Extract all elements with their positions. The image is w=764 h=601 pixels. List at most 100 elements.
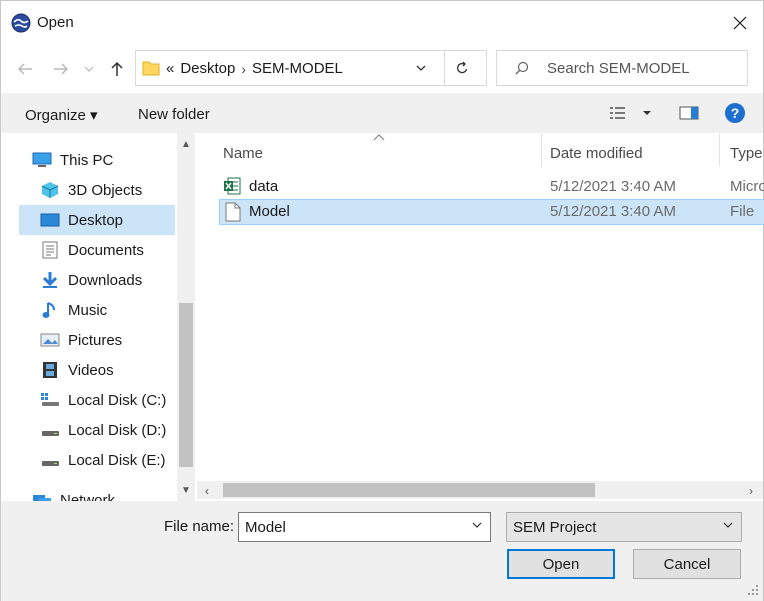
nav-item-label: Documents [68,241,144,259]
drive-icon [39,420,61,440]
forward-button[interactable] [49,56,73,82]
breadcrumb: « Desktop › SEM-MODEL [166,60,343,77]
chevron-down-icon[interactable] [472,521,482,529]
file-date: 5/12/2021 3:40 AM [550,203,676,220]
file-type-select[interactable]: SEM Project [506,512,742,542]
navigation-pane: This PC 3D Objects Desktop Documents Dow… [1,133,197,501]
open-button-label: Open [542,555,580,573]
nav-item-label: Local Disk (E:) [68,451,166,469]
refresh-button[interactable] [444,50,478,86]
recent-locations-button[interactable] [81,56,97,82]
open-dialog: Open « Desktop › SEM-MODEL Search SEM-MO… [0,0,764,601]
nav-item-this-pc[interactable]: This PC [19,145,175,175]
column-header-type[interactable]: Type [730,143,763,177]
pc-icon [31,150,53,170]
nav-item-label: 3D Objects [68,181,143,199]
cancel-button-label: Cancel [663,555,711,573]
scroll-up-icon[interactable]: ▲ [181,139,191,150]
close-button[interactable] [717,1,763,45]
open-button[interactable]: Open [507,549,615,579]
details-view-icon [610,107,651,119]
address-bar[interactable]: « Desktop › SEM-MODEL [135,50,487,86]
organize-button[interactable]: Organize ▾ [25,106,98,124]
column-header-date[interactable]: Date modified [550,143,643,177]
nav-item-desktop[interactable]: Desktop [19,205,175,235]
nav-item-label: Desktop [68,211,124,229]
help-button[interactable]: ? [725,103,745,123]
nav-item-label: Local Disk (C:) [68,391,167,409]
column-header-name[interactable]: Name [223,143,263,177]
up-button[interactable] [105,56,129,82]
nav-item-label: Pictures [68,331,123,349]
windows-drive-icon [39,390,61,410]
documents-icon [39,240,61,260]
back-button[interactable] [13,56,37,82]
nav-item-3d-objects[interactable]: 3D Objects [19,175,175,205]
file-type: Micro [730,178,764,195]
nav-item-label: Downloads [68,271,143,289]
file-type: File [730,203,755,220]
file-name-label: File name: [164,518,235,535]
breadcrumb-desktop[interactable]: Desktop [180,60,235,77]
address-history-dropdown[interactable] [411,50,431,86]
arrow-up-icon [111,61,123,76]
file-row-model[interactable]: Model 5/12/2021 3:40 AM File [219,199,764,225]
download-arrow-icon [39,270,61,290]
file-name: data [249,178,279,195]
desktop-icon [39,210,61,230]
drive-icon [39,450,61,470]
chevron-right-icon[interactable]: › [241,61,246,77]
scroll-left-icon[interactable]: ‹ [205,484,209,498]
nav-item-music[interactable]: Music [19,295,175,325]
search-box[interactable]: Search SEM-MODEL [496,50,748,86]
file-type-value: SEM Project [513,519,597,536]
nav-item-local-disk-c[interactable]: Local Disk (C:) [19,385,175,415]
breadcrumb-overflow[interactable]: « [166,60,174,77]
nav-item-downloads[interactable]: Downloads [19,265,175,295]
music-note-icon [39,300,61,320]
chevron-down-icon [84,66,94,72]
scroll-right-icon[interactable]: › [749,484,753,498]
nav-item-documents[interactable]: Documents [19,235,175,265]
preview-pane-icon [679,106,699,120]
file-date: 5/12/2021 3:40 AM [550,178,676,195]
nav-item-label: Videos [68,361,114,379]
file-row-data[interactable]: data 5/12/2021 3:40 AM Micro [219,174,764,200]
column-divider[interactable] [719,133,720,167]
file-name-input[interactable]: Model [238,512,491,542]
nav-pane-scroll-thumb[interactable] [179,303,193,467]
title-bar: Open [1,1,763,45]
preview-pane-button[interactable] [679,105,699,124]
file-list-scroll-thumb[interactable] [223,483,595,497]
refresh-icon [456,61,467,74]
network-icon [31,490,53,501]
search-icon [515,61,529,75]
chevron-down-icon [416,65,426,71]
window-title: Open [37,14,74,31]
cube-icon [39,180,61,200]
scroll-down-icon[interactable]: ▼ [181,485,191,496]
arrow-right-icon [54,63,68,75]
nav-item-network[interactable]: Network [19,485,175,501]
change-view-button[interactable] [609,105,655,124]
nav-item-label: Local Disk (D:) [68,421,167,439]
new-folder-button[interactable]: New folder [138,106,210,123]
nav-item-pictures[interactable]: Pictures [19,325,175,355]
file-name: Model [249,203,290,220]
nav-item-videos[interactable]: Videos [19,355,175,385]
sort-ascending-icon [373,134,385,141]
breadcrumb-sem-model[interactable]: SEM-MODEL [252,60,343,77]
help-icon: ? [730,105,740,121]
blank-file-icon [225,202,241,222]
column-divider[interactable] [541,133,542,167]
nav-item-label: This PC [60,151,114,169]
arrow-left-icon [18,63,32,75]
resize-grip-icon[interactable] [747,584,759,596]
nav-item-local-disk-e[interactable]: Local Disk (E:) [19,445,175,475]
nav-item-local-disk-d[interactable]: Local Disk (D:) [19,415,175,445]
nav-item-label: Music [68,301,108,319]
cancel-button[interactable]: Cancel [633,549,741,579]
folder-icon [142,61,160,76]
app-globe-icon [11,13,31,33]
film-icon [39,360,61,380]
